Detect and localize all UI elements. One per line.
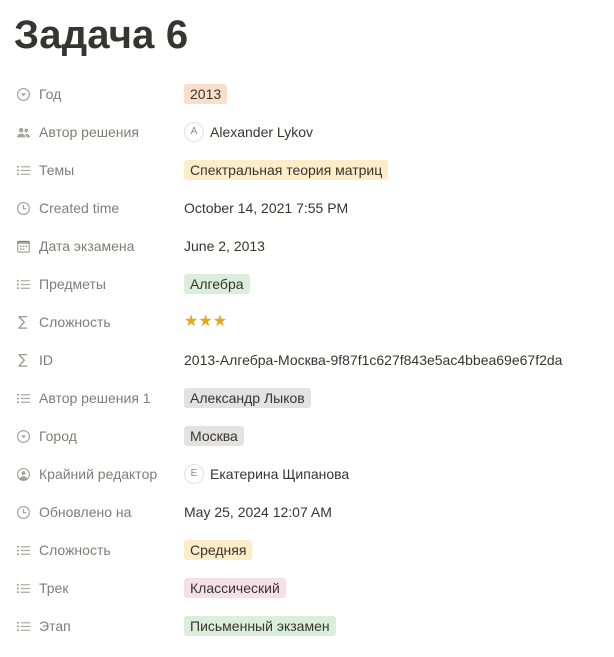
property-name[interactable]: ∑ ID — [14, 352, 184, 368]
property-name[interactable]: Автор решения — [14, 124, 184, 140]
property-value[interactable]: Александр Лыков — [184, 388, 604, 408]
tag-badge: 2013 — [184, 84, 228, 104]
list-icon — [15, 390, 31, 406]
property-value[interactable]: A Alexander Lykov — [184, 122, 604, 142]
property-row[interactable]: ∑ ID 2013-Алгебра-Москва-9f87f1c627f843e5a… — [14, 341, 604, 379]
tag-badge: Спектральная теория матриц — [184, 160, 389, 180]
list-icon — [15, 276, 31, 292]
property-name[interactable]: Дата экзамена — [14, 238, 184, 254]
property-row[interactable]: Обновлено на May 25, 2024 12:07 AM — [14, 493, 604, 531]
property-value[interactable]: Средняя — [184, 540, 604, 560]
property-row[interactable]: Трек Классический — [14, 569, 604, 607]
list-icon — [15, 162, 31, 178]
page-title[interactable]: Задача 6 — [14, 12, 188, 58]
property-value[interactable]: May 25, 2024 12:07 AM — [184, 504, 604, 520]
property-text: June 2, 2013 — [184, 238, 265, 254]
list-icon — [15, 580, 31, 596]
property-value[interactable]: June 2, 2013 — [184, 238, 604, 254]
property-name[interactable]: Город — [14, 428, 184, 444]
clock-icon — [15, 200, 31, 216]
property-row[interactable]: Город Москва — [14, 417, 604, 455]
property-value[interactable]: 2013 — [184, 84, 604, 104]
property-label: Сложность — [39, 314, 111, 330]
tag-badge: Письменный экзамен — [184, 616, 336, 636]
avatar: A — [184, 122, 204, 142]
select-icon — [15, 428, 31, 444]
property-name[interactable]: ∑ Сложность — [14, 314, 184, 330]
select-icon — [15, 86, 31, 102]
property-label: Город — [39, 428, 77, 444]
property-row[interactable]: Год 2013 — [14, 75, 604, 113]
person-circle-icon — [15, 466, 31, 482]
property-label: Автор решения — [39, 124, 139, 140]
property-label: Предметы — [39, 276, 106, 292]
property-value[interactable]: Классический — [184, 578, 604, 598]
property-label: Сложность — [39, 542, 111, 558]
person-name: Екатерина Щипанова — [210, 466, 350, 482]
property-name[interactable]: Трек — [14, 580, 184, 596]
property-row[interactable]: Предметы Алгебра — [14, 265, 604, 303]
property-value[interactable]: Алгебра — [184, 274, 604, 294]
property-value[interactable]: Москва — [184, 426, 604, 446]
property-label: ID — [39, 352, 53, 368]
tag-badge: Москва — [184, 426, 244, 446]
property-name[interactable]: Created time — [14, 200, 184, 216]
property-value[interactable]: ★★★ — [184, 312, 604, 332]
property-row[interactable]: Created time October 14, 2021 7:55 PM — [14, 189, 604, 227]
property-row[interactable]: Автор решения 1 Александр Лыков — [14, 379, 604, 417]
property-row[interactable]: Крайний редактор Е Екатерина Щипанова — [14, 455, 604, 493]
people-icon — [15, 124, 31, 140]
property-row[interactable]: ∑ Сложность ★★★ — [14, 303, 604, 341]
property-text: October 14, 2021 7:55 PM — [184, 200, 349, 216]
property-label: Крайний редактор — [39, 466, 158, 482]
property-label: Год — [39, 86, 62, 102]
property-label: Дата экзамена — [39, 238, 135, 254]
property-name[interactable]: Темы — [14, 162, 184, 178]
property-row[interactable]: Автор решения A Alexander Lykov — [14, 113, 604, 151]
property-value[interactable]: Письменный экзамен — [184, 616, 604, 636]
property-text: 2013-Алгебра-Москва-9f87f1c627f843e5ac4b… — [184, 352, 563, 368]
property-label: Темы — [39, 162, 75, 178]
tag-badge: Классический — [184, 578, 286, 598]
property-value[interactable]: Спектральная теория матриц — [184, 160, 604, 180]
property-name[interactable]: Этап — [14, 618, 184, 634]
property-value[interactable]: October 14, 2021 7:55 PM — [184, 200, 604, 216]
tag-badge: Средняя — [184, 540, 253, 560]
person-name: Alexander Lykov — [210, 124, 313, 140]
property-value[interactable]: Е Екатерина Щипанова — [184, 464, 604, 484]
property-name[interactable]: Автор решения 1 — [14, 390, 184, 406]
property-name[interactable]: Сложность — [14, 542, 184, 558]
avatar: Е — [184, 464, 204, 484]
tag-badge: Александр Лыков — [184, 388, 311, 408]
tag-badge: Алгебра — [184, 274, 250, 294]
list-icon — [15, 542, 31, 558]
property-label: Created time — [39, 200, 120, 216]
property-row[interactable]: Темы Спектральная теория матриц — [14, 151, 604, 189]
property-name[interactable]: Предметы — [14, 276, 184, 292]
property-row[interactable]: Дата экзамена June 2, 2013 — [14, 227, 604, 265]
property-value[interactable]: 2013-Алгебра-Москва-9f87f1c627f843e5ac4b… — [184, 352, 604, 368]
sigma-icon: ∑ — [18, 314, 28, 330]
clock-icon — [15, 504, 31, 520]
star-rating: ★★★ — [184, 313, 228, 330]
list-icon — [15, 618, 31, 634]
property-label: Обновлено на — [39, 504, 132, 520]
property-name[interactable]: Обновлено на — [14, 504, 184, 520]
property-name[interactable]: Год — [14, 86, 184, 102]
sigma-icon: ∑ — [18, 352, 28, 368]
property-row[interactable]: Сложность Средняя — [14, 531, 604, 569]
property-row[interactable]: Этап Письменный экзамен — [14, 607, 604, 645]
property-label: Автор решения 1 — [39, 390, 151, 406]
property-name[interactable]: Крайний редактор — [14, 466, 184, 482]
property-text: May 25, 2024 12:07 AM — [184, 504, 332, 520]
property-label: Этап — [39, 618, 71, 634]
properties-list: Год 2013 Автор решения A Alexander Lykov Темы… — [14, 75, 604, 645]
calendar-icon — [15, 238, 31, 254]
property-label: Трек — [39, 580, 69, 596]
